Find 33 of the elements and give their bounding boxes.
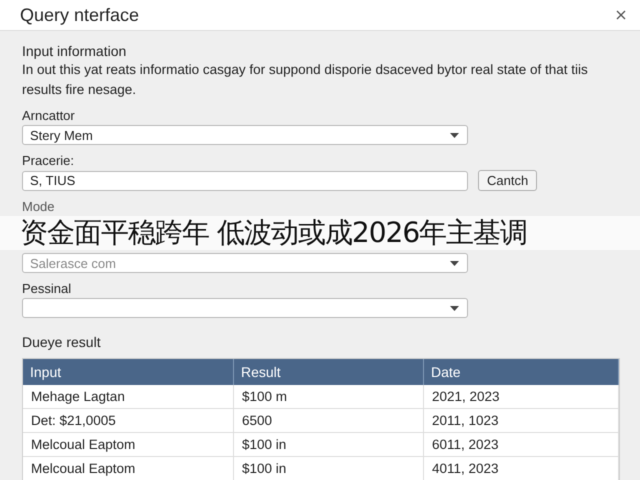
input-field[interactable]: S, TIUS (22, 170, 468, 190)
dropdown-field[interactable]: Salerasce com (22, 253, 468, 273)
section-heading: Input information (22, 43, 128, 59)
field-label: Pessinal (22, 281, 72, 296)
column-header: Date (424, 359, 619, 385)
table-cell: Melcoual Eaptom (23, 457, 234, 480)
table-cell: Det: $21,0005 (23, 409, 234, 433)
table-cell: 4011, 2023 (424, 457, 619, 480)
description-text: In out this yat reats informatio casgay for suppond disporie dsaceved bytor real state of that tiis results fire nesage. (22, 61, 589, 99)
dropdown-field[interactable] (22, 298, 468, 318)
close-icon[interactable] (616, 10, 626, 20)
headline-text: 资金面平稳跨年 低波动或成2026年主基调 (20, 217, 528, 249)
field-label: Arncattor (22, 108, 76, 123)
table-cell: Melcoual Eaptom (23, 433, 234, 457)
search-button[interactable]: Cantch (478, 170, 538, 191)
field-label: Mode (22, 199, 56, 214)
table-cell: $100 in (234, 457, 424, 480)
caret-icon (450, 306, 459, 310)
caret-icon (450, 260, 459, 266)
table-cell: Mehage Lagtan (23, 385, 234, 409)
table-cell: 2021, 2023 (424, 385, 619, 409)
table-cell: $100 in (234, 433, 424, 457)
table-cell: 2011, 1023 (424, 409, 619, 433)
dropdown-field[interactable]: Stery Mem (22, 125, 468, 145)
table-cell: 6500 (234, 409, 424, 433)
window-title: Query nterface (20, 4, 140, 26)
column-header: Input (23, 359, 234, 385)
section-heading: Dueye result (22, 334, 102, 350)
column-header: Result (234, 359, 424, 385)
table-cell: 6011, 2023 (424, 433, 619, 457)
field-label: Pracerie: (22, 153, 76, 168)
caret-icon (450, 132, 459, 138)
table-cell: $100 m (234, 385, 424, 409)
